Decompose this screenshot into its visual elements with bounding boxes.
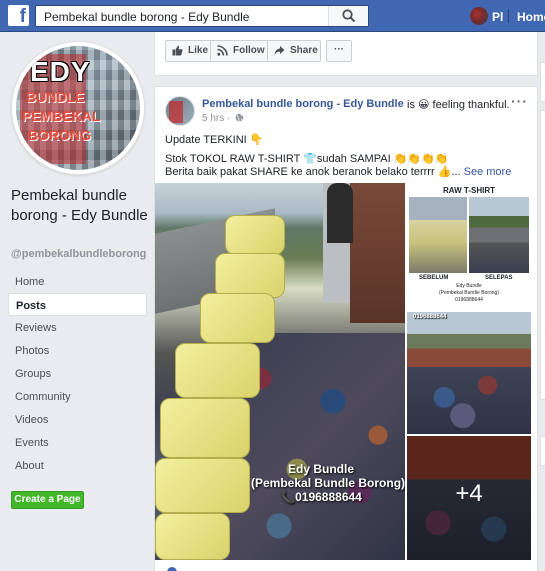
page-profile-picture[interactable]: EDY BUNDLE PEMBEKAL BORONG — [11, 41, 145, 175]
post-photo-second[interactable]: 0196888644 — [407, 312, 531, 434]
nav-item-groups[interactable]: Groups — [8, 362, 147, 385]
right-column-card — [540, 436, 545, 466]
photo-bale — [225, 215, 285, 255]
post-text-line-content: Berita baik pakat SHARE ke anok beranok … — [165, 166, 461, 178]
post-photo-more[interactable]: +4 — [407, 436, 531, 560]
more-photos-count: +4 — [455, 480, 483, 507]
photo-bale — [160, 398, 250, 458]
profile-logo-text: BUNDLE — [26, 89, 85, 105]
home-link[interactable]: Home — [517, 10, 545, 24]
photo-truck-side — [350, 183, 405, 323]
post-time-text: 5 hrs · — [202, 113, 231, 124]
create-page-button[interactable]: Create a Page — [11, 491, 84, 509]
photo-person — [327, 183, 353, 243]
follow-button[interactable]: Follow — [211, 40, 268, 62]
post-author-link[interactable]: Pembekal bundle borong - Edy Bundle — [202, 98, 404, 110]
page-action-bar: Like Follow Share ··· — [154, 32, 538, 76]
thumbs-up-icon — [172, 45, 183, 56]
before-label: SEBELUM — [419, 275, 449, 281]
top-navigation-bar: f Pembekal bundle borong - Edy Bundle Pl… — [0, 0, 545, 32]
post-card: Pembekal bundle borong - Edy Bundle is 😀… — [154, 86, 538, 571]
profile-logo-text: BORONG — [28, 127, 91, 143]
facebook-logo-icon[interactable]: f — [8, 5, 29, 26]
right-column-card — [540, 62, 545, 102]
page-username[interactable]: @pembekalbundleborong — [11, 248, 146, 260]
photo-bale — [175, 343, 260, 398]
post-text-line: Update TERKINI 👇 — [165, 134, 264, 146]
post-text-line: Berita baik pakat SHARE ke anok beranok … — [165, 165, 511, 178]
nav-item-about[interactable]: About — [8, 454, 147, 477]
page-title[interactable]: Pembekal bundle borong - Edy Bundle — [11, 186, 151, 226]
nav-item-home[interactable]: Home — [8, 270, 147, 293]
photo-bale — [155, 458, 250, 513]
before-after-caption: Edy Bundle (Pembekal Bundle Borong) 0196… — [438, 283, 500, 303]
share-button-label: Share — [290, 45, 318, 56]
right-column-card — [540, 110, 545, 400]
follow-button-label: Follow — [233, 45, 265, 56]
nav-item-reviews[interactable]: Reviews — [8, 316, 147, 339]
after-label: SELEPAS — [485, 275, 513, 281]
nav-item-posts[interactable]: Posts — [8, 293, 147, 316]
topbar-divider — [508, 9, 509, 23]
before-image — [409, 197, 467, 273]
user-avatar[interactable] — [470, 7, 488, 25]
profile-logo-text: EDY — [30, 56, 91, 87]
share-arrow-icon — [274, 46, 285, 55]
search-icon — [342, 9, 356, 23]
nav-item-photos[interactable]: Photos — [8, 339, 147, 362]
after-image — [469, 197, 529, 273]
photo-watermark-sub: (Pembekal Bundle Borong) — [251, 476, 405, 490]
nav-item-events[interactable]: Events — [8, 431, 147, 454]
profile-logo-text: PEMBEKAL — [22, 108, 101, 124]
post-feeling: is 😀 feeling thankful. — [407, 99, 510, 111]
reaction-icon — [167, 567, 177, 571]
see-more-link[interactable]: See more — [464, 166, 512, 178]
post-timestamp[interactable]: 5 hrs · — [202, 113, 244, 124]
search-input[interactable]: Pembekal bundle borong - Edy Bundle — [35, 5, 369, 27]
rss-feed-icon — [217, 45, 228, 56]
photo-watermark-name: Edy Bundle — [287, 462, 354, 476]
more-options-button[interactable]: ··· — [326, 40, 352, 62]
globe-icon — [235, 113, 244, 122]
photo-watermark-phone: 📞0196888644 — [280, 490, 362, 504]
share-button[interactable]: Share — [268, 40, 321, 62]
photo-bale — [200, 293, 275, 343]
like-button[interactable]: Like — [165, 40, 211, 62]
page-navigation: Home Posts Reviews Photos Groups Communi… — [8, 270, 147, 477]
post-author-avatar[interactable] — [165, 96, 195, 126]
search-button[interactable] — [328, 6, 368, 26]
raw-tshirt-title: RAW T-SHIRT — [443, 186, 495, 195]
nav-item-community[interactable]: Community — [8, 385, 147, 408]
nav-item-videos[interactable]: Videos — [8, 408, 147, 431]
profile-picture-image: EDY BUNDLE PEMBEKAL BORONG — [16, 46, 140, 170]
post-photo-before-after[interactable]: RAW T-SHIRT SEBELUM SELEPAS Edy Bundle (… — [407, 183, 531, 310]
user-name-link[interactable]: Pl — [492, 10, 503, 24]
search-input-value: Pembekal bundle borong - Edy Bundle — [44, 10, 250, 24]
photo-bale — [215, 253, 285, 298]
post-text-line: Stok TOKOL RAW T-SHIRT 👕sudah SAMPAI 👏👏👏… — [165, 153, 449, 165]
photo-bale — [155, 513, 230, 560]
like-button-label: Like — [188, 45, 209, 56]
post-options-button[interactable]: ··· — [511, 93, 528, 109]
post-photo-main[interactable]: Edy Bundle (Pembekal Bundle Borong) 📞019… — [155, 183, 405, 560]
photo-watermark-phone: 0196888644 — [413, 314, 447, 320]
